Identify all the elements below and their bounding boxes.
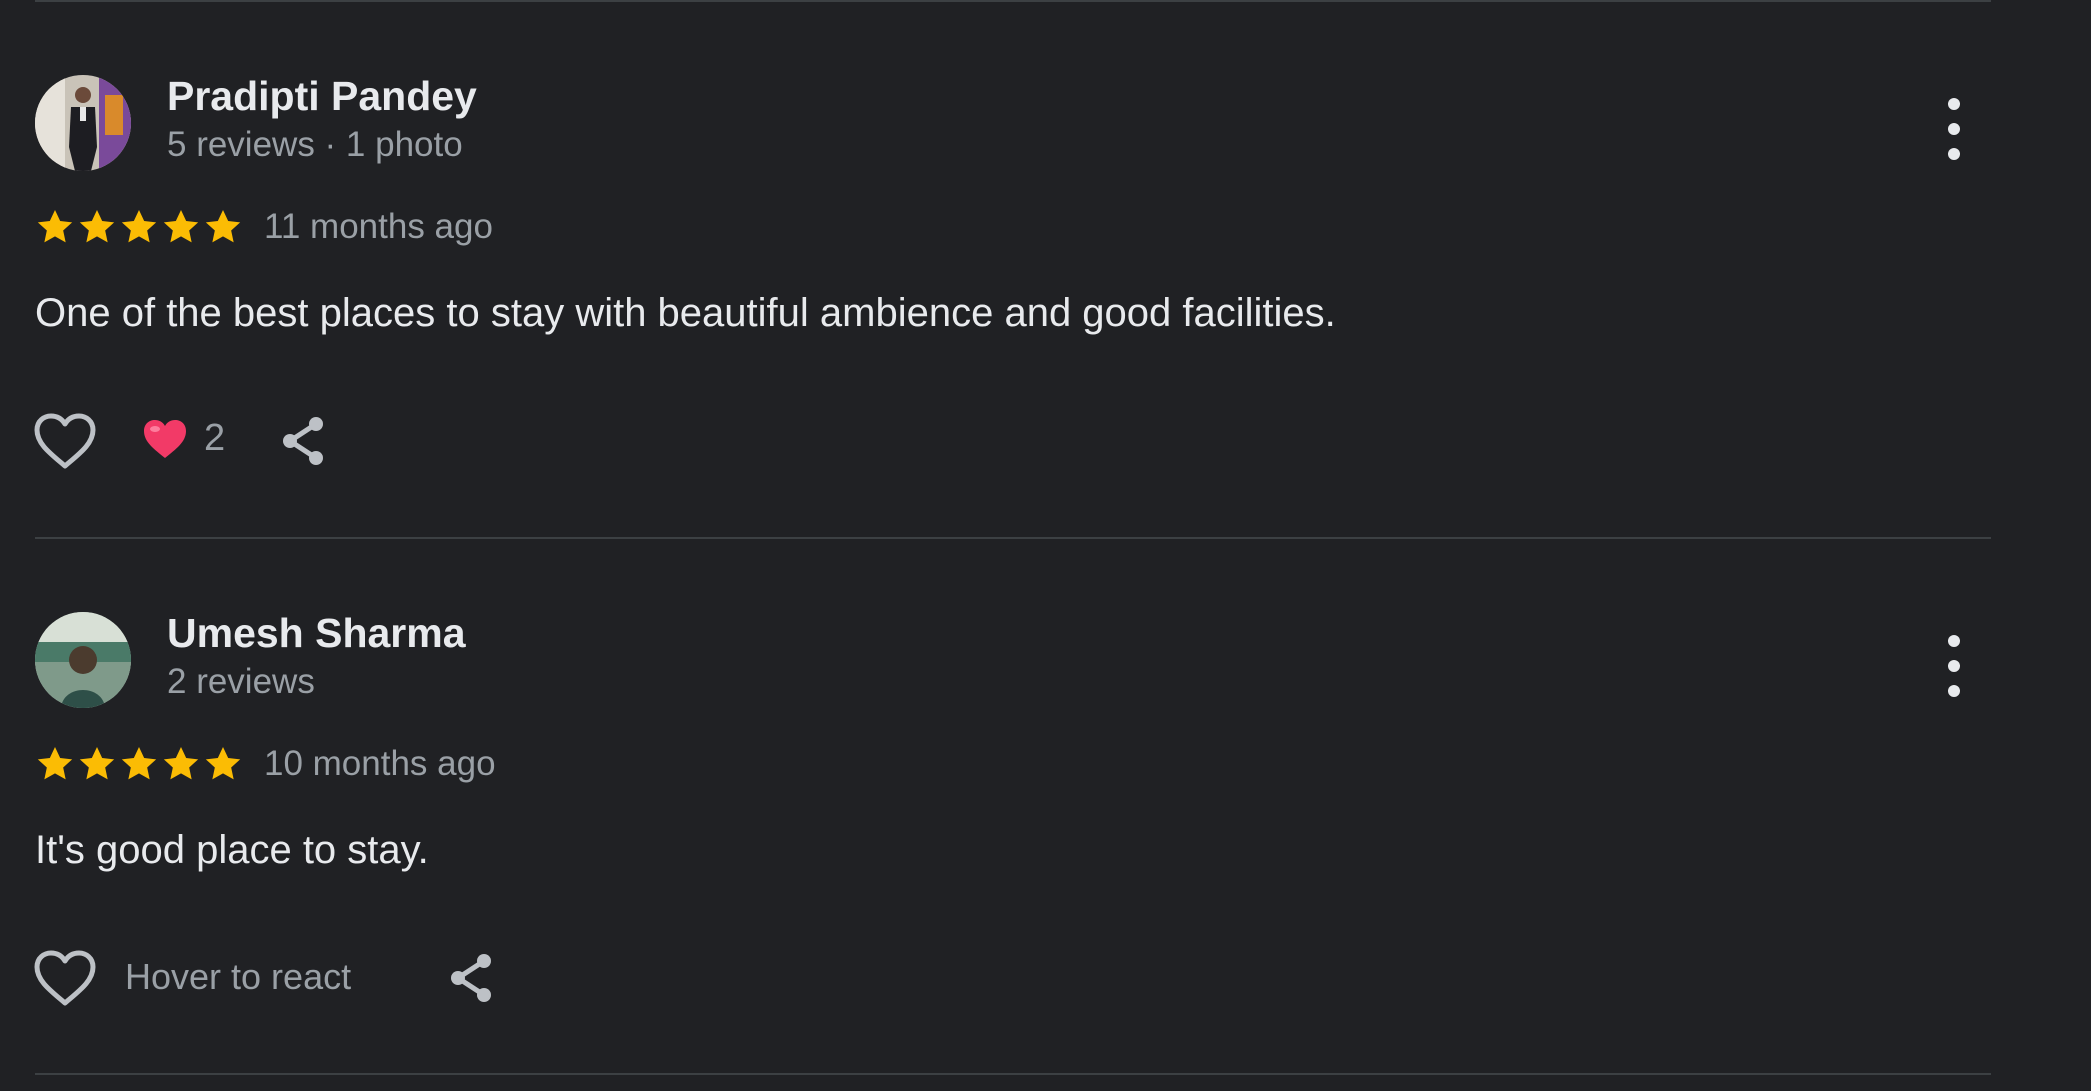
red-heart-icon <box>144 419 186 458</box>
star-icon <box>121 747 157 780</box>
star-rating <box>35 744 243 784</box>
heart-outline-icon <box>34 950 96 1006</box>
star-icon <box>205 747 241 780</box>
review-time: 11 months ago <box>264 207 493 246</box>
share-icon <box>283 417 323 465</box>
star-icon <box>37 747 73 780</box>
top-divider <box>35 0 1991 2</box>
more-options-button[interactable] <box>1938 98 1970 160</box>
reviewer-meta: 5 reviews · 1 photo <box>167 125 463 164</box>
hover-to-react-label: Hover to react <box>125 956 352 997</box>
share-button[interactable] <box>278 414 328 468</box>
star-icon <box>79 747 115 780</box>
avatar[interactable] <box>35 75 131 171</box>
more-vert-icon <box>1948 98 1960 110</box>
review-divider <box>35 1073 1991 1075</box>
avatar[interactable] <box>35 612 131 708</box>
like-button[interactable] <box>33 949 97 1007</box>
reviewer-name[interactable]: Umesh Sharma <box>167 610 466 657</box>
share-icon <box>451 954 491 1002</box>
star-icon <box>163 210 199 243</box>
reviewer-name[interactable]: Pradipti Pandey <box>167 73 477 120</box>
share-button[interactable] <box>446 951 496 1005</box>
review-time: 10 months ago <box>264 744 496 783</box>
more-vert-icon <box>1948 635 1960 647</box>
reviewer-meta: 2 reviews <box>167 662 315 701</box>
star-icon <box>163 747 199 780</box>
reaction-summary[interactable]: 2 <box>142 417 225 460</box>
review-divider <box>35 537 1991 539</box>
star-icon <box>79 210 115 243</box>
more-options-button[interactable] <box>1938 635 1970 697</box>
reaction-count: 2 <box>204 417 226 459</box>
like-button[interactable] <box>33 412 97 470</box>
star-icon <box>37 210 73 243</box>
heart-outline-icon <box>34 413 96 469</box>
star-icon <box>121 210 157 243</box>
star-icon <box>205 210 241 243</box>
review-text: One of the best places to stay with beau… <box>35 291 1336 335</box>
star-rating <box>35 207 243 247</box>
review-text: It's good place to stay. <box>35 828 429 872</box>
